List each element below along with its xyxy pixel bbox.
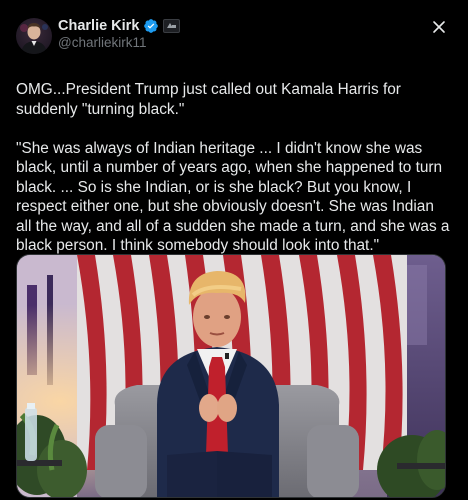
name-row: Charlie Kirk	[58, 18, 181, 34]
verified-badge-icon[interactable]	[143, 18, 159, 34]
author-display-name[interactable]: Charlie Kirk	[58, 18, 139, 34]
close-icon[interactable]	[432, 20, 446, 34]
affiliate-badge-icon[interactable]	[163, 19, 181, 33]
author-handle[interactable]: @charliekirk11	[58, 35, 180, 50]
tweet-card: Charlie Kirk @charliekirk11 OMG...Presid…	[0, 0, 468, 500]
tweet-text: OMG...President Trump just called out Ka…	[16, 80, 452, 256]
avatar-photo-icon	[16, 18, 52, 54]
speaker-on-stage-photo-icon	[17, 255, 445, 497]
author-names: Charlie Kirk @charliekirk11	[58, 18, 181, 50]
tweet-paragraph: "She was always of Indian heritage ... I…	[16, 139, 454, 255]
tweet-header: Charlie Kirk @charliekirk11	[16, 16, 452, 56]
tweet-media-photo[interactable]	[16, 254, 446, 498]
tweet-paragraph: OMG...President Trump just called out Ka…	[16, 81, 406, 118]
avatar[interactable]	[16, 18, 52, 54]
